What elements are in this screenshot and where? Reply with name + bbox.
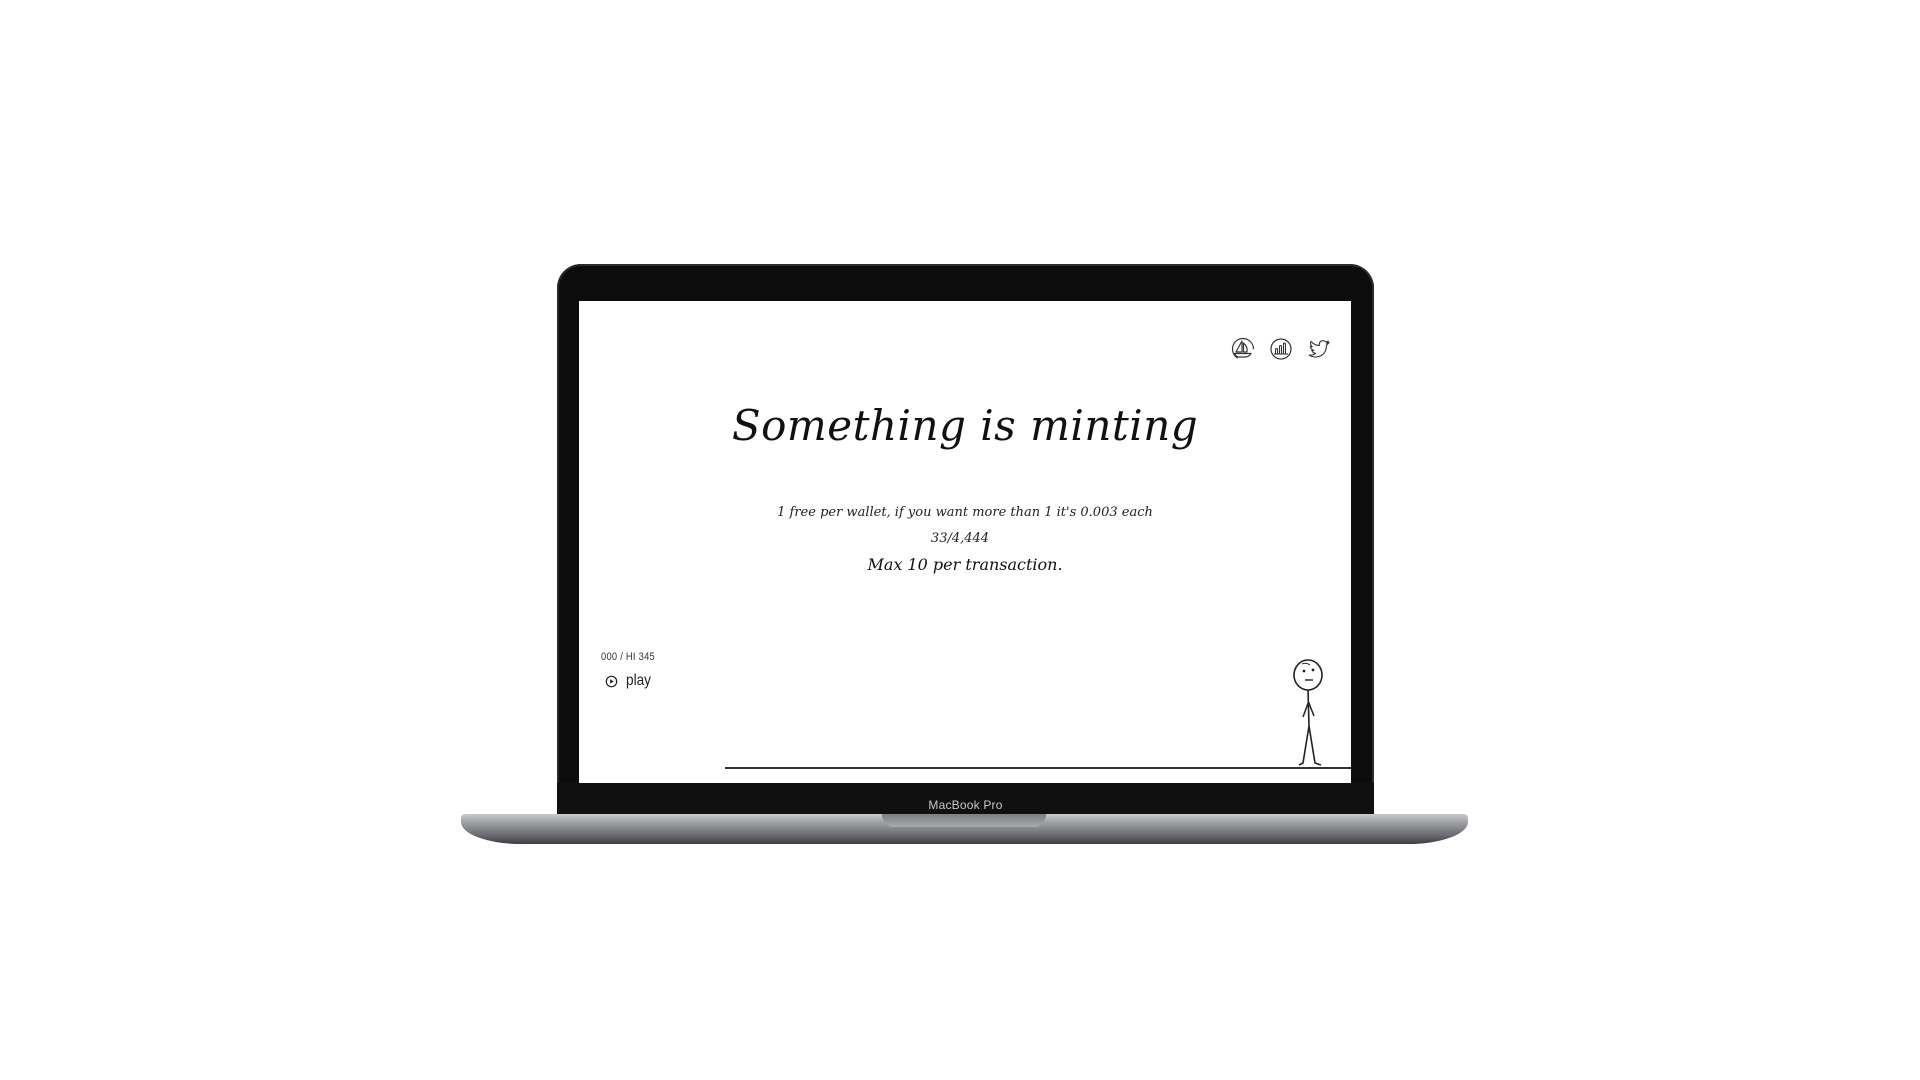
play-button[interactable]: play	[605, 672, 655, 690]
opensea-icon[interactable]	[1231, 337, 1255, 361]
laptop-opening-notch	[882, 814, 1046, 827]
mint-counter-value: 33/4,444	[930, 531, 990, 546]
stage: Something is minting 1 free per wallet, …	[0, 0, 1920, 1080]
price-note: 1 free per wallet, if you want more than…	[777, 505, 1153, 520]
stick-figure-character	[1293, 659, 1323, 766]
ground-line	[725, 767, 1351, 769]
page-title: Something is minting	[731, 401, 1199, 450]
play-circle-icon	[605, 675, 618, 687]
browser-viewport: Something is minting 1 free per wallet, …	[579, 301, 1351, 783]
max-per-transaction-note: Max 10 per transaction.	[867, 555, 1063, 574]
game-score: 000 / HI 345	[601, 651, 656, 663]
social-links	[1231, 337, 1331, 361]
play-label: play	[626, 672, 651, 689]
twitter-icon[interactable]	[1307, 337, 1331, 361]
device-brand-label: MacBook Pro	[928, 798, 1003, 812]
stats-icon[interactable]	[1269, 337, 1293, 361]
mint-counter: 33/4,444	[579, 531, 1351, 546]
